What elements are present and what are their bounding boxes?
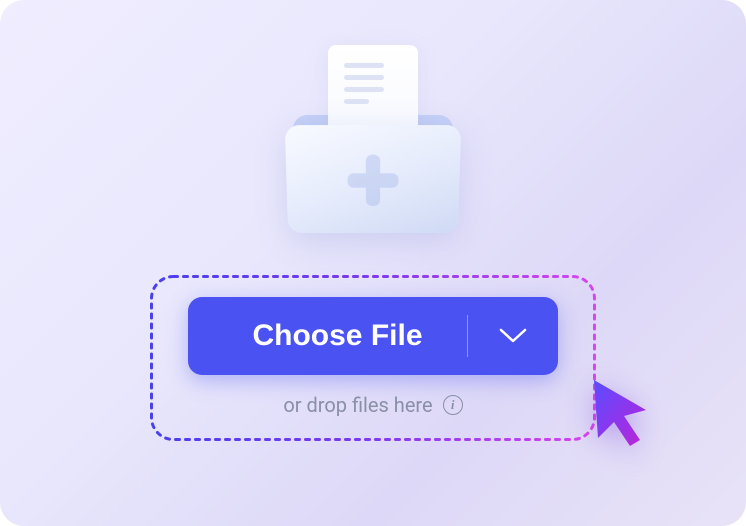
dropzone[interactable]: Choose File or drop files here i xyxy=(150,275,596,441)
choose-file-dropdown[interactable] xyxy=(468,328,558,344)
choose-file-button[interactable]: Choose File xyxy=(188,297,558,375)
upload-panel: Choose File or drop files here i xyxy=(0,0,746,526)
drop-hint-row: or drop files here i xyxy=(283,393,462,417)
info-icon[interactable]: i xyxy=(443,395,463,415)
chevron-down-icon xyxy=(499,328,527,344)
choose-file-label: Choose File xyxy=(188,319,467,353)
cursor-pointer-icon xyxy=(586,376,658,448)
folder-front-icon xyxy=(285,125,461,233)
drop-hint-text: or drop files here xyxy=(283,393,432,417)
plus-icon xyxy=(347,154,398,205)
folder-upload-illustration xyxy=(283,45,463,245)
